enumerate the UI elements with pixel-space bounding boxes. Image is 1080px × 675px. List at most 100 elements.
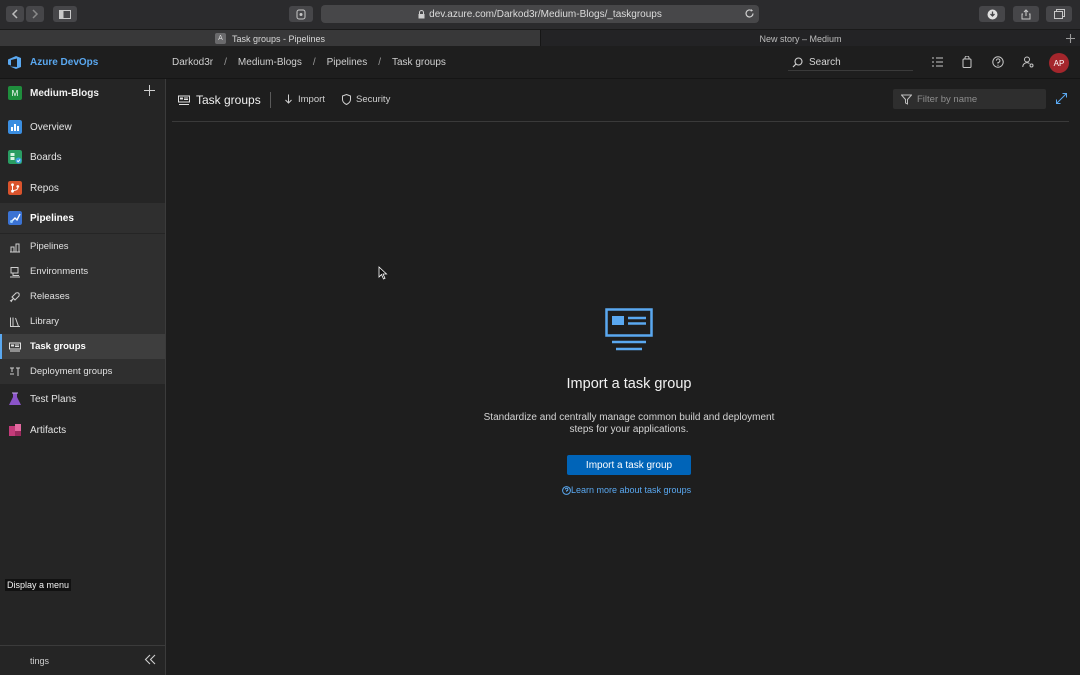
sidebar-item-boards[interactable]: Boards: [0, 142, 165, 172]
tab-label: Task groups - Pipelines: [231, 33, 326, 44]
project-name: Medium-Blogs: [30, 87, 99, 99]
shield-icon: [296, 9, 306, 19]
learn-more-link[interactable]: Learn more about task groups: [562, 485, 691, 495]
sidebar-subitem-label: Task groups: [30, 341, 86, 352]
repos-icon: [8, 181, 22, 195]
sidebar-subitem-releases[interactable]: Releases: [0, 284, 165, 309]
shopping-bag-icon: [962, 56, 972, 68]
sidebar-subitem-deployment-groups[interactable]: Deployment groups: [0, 359, 165, 384]
share-icon: [1021, 8, 1031, 19]
browser-tab-medium[interactable]: New story – Medium: [540, 30, 1060, 47]
task-groups-icon: [9, 342, 21, 351]
back-button[interactable]: [6, 6, 24, 22]
deployment-groups-icon: [10, 367, 20, 376]
tooltip: Display a menu: [5, 579, 72, 591]
project-settings-link[interactable]: tings: [30, 656, 49, 666]
sidebar-subitem-library[interactable]: Library: [0, 309, 165, 334]
app-header: Azure DevOps Darkod3r / Medium-Blogs / P…: [0, 46, 1080, 79]
sidebar-toggle-button[interactable]: [53, 6, 77, 22]
downloads-button[interactable]: [979, 6, 1005, 22]
sidebar-item-label: Pipelines: [30, 212, 74, 224]
overview-icon: [8, 120, 22, 134]
project-selector[interactable]: M Medium-Blogs: [0, 79, 165, 107]
sidebar-item-pipelines[interactable]: Pipelines: [0, 203, 165, 233]
empty-state-title: Import a task group: [566, 376, 692, 392]
header-search-box[interactable]: Search: [788, 54, 913, 71]
tab-label: New story – Medium: [759, 33, 842, 44]
azure-devops-logo-icon: [8, 56, 21, 69]
empty-state-description: Standardize and centrally manage common …: [483, 412, 775, 435]
privacy-report-button[interactable]: [289, 6, 313, 22]
breadcrumb-separator: /: [224, 57, 227, 68]
mouse-cursor-icon: [378, 266, 388, 280]
pipelines-icon: [8, 211, 22, 225]
breadcrumb-organization[interactable]: Darkod3r: [172, 57, 213, 68]
share-button[interactable]: [1013, 6, 1039, 22]
download-icon: [987, 9, 997, 19]
artifacts-icon: [9, 424, 21, 436]
sidebar-subitem-label: Environments: [30, 266, 89, 277]
help-icon: [562, 485, 571, 495]
breadcrumb-project[interactable]: Medium-Blogs: [238, 57, 302, 68]
search-icon: [792, 56, 803, 67]
empty-state: Import a task group Standardize and cent…: [166, 79, 1080, 675]
reload-icon[interactable]: [744, 8, 755, 19]
sidebar-subitem-label: Deployment groups: [30, 366, 113, 377]
plus-icon[interactable]: [144, 85, 155, 96]
lock-icon: [418, 9, 425, 18]
breadcrumb-task-groups[interactable]: Task groups: [392, 57, 446, 68]
sidebar-item-label: Boards: [30, 151, 62, 163]
user-settings-button[interactable]: [1021, 55, 1035, 69]
boards-icon: [8, 150, 22, 164]
help-icon: [992, 56, 1004, 68]
browser-toolbar: dev.azure.com/Darkod3r/Medium-Blogs/_tas…: [0, 0, 1080, 29]
browser-tab-task-groups[interactable]: A Task groups - Pipelines: [0, 30, 540, 47]
sidebar-item-test-plans[interactable]: Test Plans: [0, 384, 165, 414]
avatar[interactable]: AP: [1049, 53, 1069, 73]
new-tab-button[interactable]: [1060, 30, 1080, 47]
breadcrumb: Darkod3r / Medium-Blogs / Pipelines / Ta…: [172, 57, 446, 68]
list-icon: [931, 57, 943, 67]
sidebar-subitem-label: Library: [30, 316, 60, 327]
sidebar-subitem-task-groups[interactable]: Task groups: [0, 334, 165, 359]
import-task-group-button[interactable]: Import a task group: [567, 455, 691, 475]
rocket-icon: [9, 291, 20, 302]
help-button[interactable]: [991, 55, 1005, 69]
header-search-placeholder: Search: [809, 56, 841, 68]
person-settings-icon: [1022, 56, 1034, 68]
double-chevron-left-icon[interactable]: [144, 654, 156, 665]
tab-overview-button[interactable]: [1046, 6, 1072, 22]
brand-name: Azure DevOps: [30, 57, 99, 68]
environments-icon: [10, 266, 20, 277]
sidebar-icon: [59, 9, 71, 19]
sidebar-item-label: Test Plans: [30, 393, 77, 405]
sidebar-item-label: Artifacts: [30, 424, 67, 436]
tab-favicon: A: [214, 33, 226, 44]
sidebar-item-label: Overview: [30, 121, 72, 133]
breadcrumb-separator: /: [378, 57, 381, 68]
sidebar-footer: tings: [0, 645, 165, 675]
browser-tab-bar: A Task groups - Pipelines New story – Me…: [0, 29, 1080, 47]
address-bar[interactable]: dev.azure.com/Darkod3r/Medium-Blogs/_tas…: [321, 5, 759, 23]
chevron-left-icon: [11, 9, 18, 19]
sidebar-subitem-pipelines[interactable]: Pipelines: [0, 234, 165, 259]
azure-devops-home-link[interactable]: Azure DevOps: [7, 55, 98, 70]
sidebar-item-overview[interactable]: Overview: [0, 112, 165, 142]
tabs-icon: [1053, 9, 1065, 19]
sidebar-item-label: Repos: [30, 182, 59, 194]
breadcrumb-pipelines[interactable]: Pipelines: [327, 57, 368, 68]
project-badge: M: [8, 86, 22, 100]
sidebar-item-repos[interactable]: Repos: [0, 173, 165, 203]
work-items-button[interactable]: [930, 55, 944, 69]
sidebar-subitem-label: Releases: [30, 291, 70, 302]
marketplace-button[interactable]: [960, 55, 974, 69]
chevron-right-icon: [32, 9, 39, 19]
test-plans-icon: [9, 392, 21, 405]
sidebar-item-artifacts[interactable]: Artifacts: [0, 415, 165, 445]
address-text: dev.azure.com/Darkod3r/Medium-Blogs/_tas…: [429, 8, 662, 20]
forward-button[interactable]: [26, 6, 44, 22]
learn-more-text: Learn more about task groups: [571, 485, 692, 495]
plus-icon: [1065, 34, 1075, 43]
sidebar-subitem-environments[interactable]: Environments: [0, 259, 165, 284]
main-content: Task groups Import Security Import a tas…: [166, 79, 1080, 675]
